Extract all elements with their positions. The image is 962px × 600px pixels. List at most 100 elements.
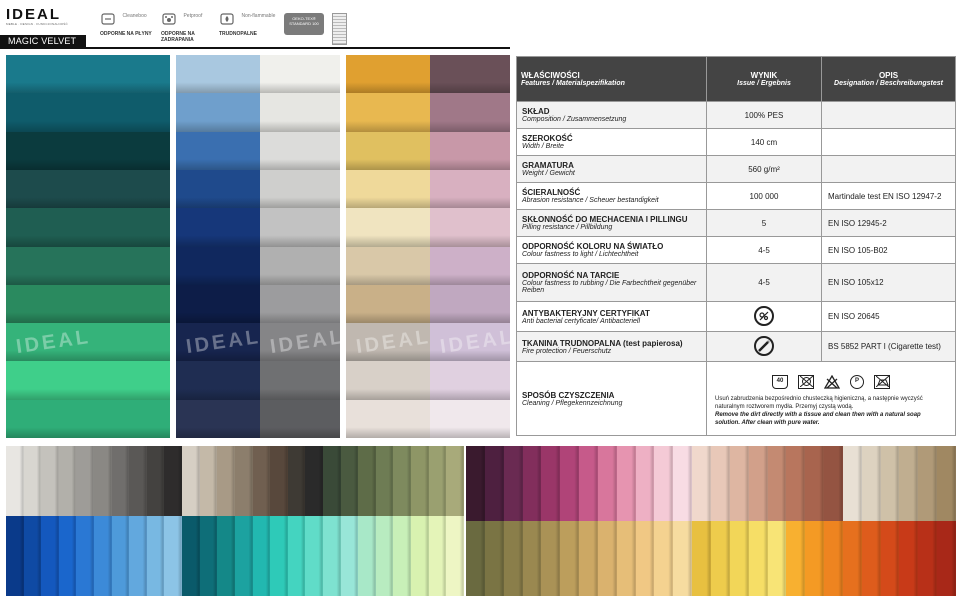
- color-swatch: [541, 446, 561, 521]
- color-swatch: [635, 521, 655, 596]
- fabric-photo-pink: IDEAL: [430, 55, 510, 438]
- reach-label: [332, 13, 347, 45]
- designation-cell: BS 5852 PART I (Cigarette test): [821, 331, 956, 362]
- result-cell: 140 cm: [706, 128, 822, 156]
- dry-clean-p-icon: P: [850, 374, 864, 389]
- fabric-band: [346, 284, 430, 325]
- color-swatch: [322, 516, 341, 596]
- header-result: WYNIK Issue / Ergebnis: [706, 56, 822, 102]
- color-swatch: [111, 446, 130, 516]
- color-swatch: [393, 446, 412, 516]
- fabric-band: [6, 399, 170, 438]
- color-swatch: [937, 521, 956, 596]
- color-swatch: [199, 516, 218, 596]
- swatch-row-pinks: [466, 446, 956, 521]
- feature-en: Composition / Zusammensetzung: [522, 116, 627, 123]
- fabric-band: [6, 246, 170, 286]
- color-swatch: [880, 521, 900, 596]
- feature-cell: ODPORNOŚĆ NA TARCIE Colour fastness to ru…: [516, 263, 707, 302]
- result-cell: 5: [706, 209, 822, 237]
- color-swatch: [252, 516, 271, 596]
- table-row: TKANINA TRUDNOPALNA (test papierosa) Fire…: [516, 331, 956, 362]
- color-swatch: [616, 446, 636, 521]
- fabric-band: [346, 208, 430, 248]
- color-swatch: [861, 521, 881, 596]
- feature-en: Abrasion resistance / Scheuer bestandigk…: [522, 197, 659, 204]
- color-swatch: [597, 446, 617, 521]
- fabric-band: [260, 208, 340, 248]
- color-swatch: [466, 521, 485, 596]
- cleaning-en: Cleaning / Pflegekennzeichnung: [522, 399, 623, 407]
- cleaning-pl: SPOSÓB CZYSZCZENIA: [522, 390, 615, 400]
- feature-pl: SZEROKOŚĆ: [522, 134, 573, 143]
- color-swatch: [673, 446, 693, 521]
- header-result-pl: WYNIK: [750, 71, 778, 80]
- color-swatch: [484, 446, 504, 521]
- color-swatch: [579, 446, 598, 521]
- badge-petproof-en: Petproof: [183, 13, 203, 19]
- color-swatch: [182, 516, 200, 596]
- color-swatch: [287, 516, 306, 596]
- spec-table: WŁAŚCIWOŚCI Features / Materialspezifika…: [516, 56, 956, 436]
- fabric-band: [6, 208, 170, 248]
- fabric-band: [176, 93, 260, 133]
- color-swatch: [560, 446, 580, 521]
- badge-petproof: Petproof ODPORNE NA ZADRAPANIA: [161, 11, 211, 43]
- fabric-band: [176, 284, 260, 325]
- color-swatch: [111, 516, 130, 596]
- feature-en: Width / Breite: [522, 143, 564, 150]
- logo-tagline: MEBLE · DESIGN · FUNKCJONALNOŚĆ: [6, 22, 68, 26]
- color-swatch: [305, 446, 323, 516]
- color-swatch: [446, 516, 464, 596]
- fabric-band: [430, 361, 510, 401]
- fabric-photo-blue: IDEAL: [176, 55, 260, 438]
- fabric-band: [6, 169, 170, 210]
- color-swatch: [164, 516, 183, 596]
- fabric-band: [430, 55, 510, 95]
- feature-cell: SKŁAD Composition / Zusammensetzung: [516, 101, 707, 129]
- fabric-band: [176, 131, 260, 171]
- result-cell: 100% PES: [706, 101, 822, 129]
- color-swatch: [918, 521, 938, 596]
- fabric-band: [346, 131, 430, 171]
- badge-flame: Non-flammable TRUDNOPALNE: [219, 11, 275, 37]
- color-swatch: [375, 516, 394, 596]
- color-swatch: [616, 521, 636, 596]
- fabric-band: [260, 284, 340, 325]
- logo-wordmark: IDEAL: [6, 6, 61, 23]
- color-swatch: [937, 446, 956, 521]
- designation-cell: [821, 155, 956, 183]
- table-row: ANTYBAKTERYJNY CERTYFIKAT Anti bacterial …: [516, 301, 956, 332]
- color-swatch: [358, 446, 376, 516]
- feature-cell: SKŁONNOŚĆ DO MECHACENIA I PILLINGU Pillin…: [516, 209, 707, 237]
- result-cell: 100 000: [706, 182, 822, 210]
- color-swatch: [58, 446, 77, 516]
- flame-icon: [219, 11, 235, 27]
- feature-pl: ANTYBAKTERYJNY CERTYFIKAT: [522, 308, 650, 318]
- fabric-photo-green-teal: IDEAL: [6, 55, 170, 438]
- swatch-row-neutrals: [6, 446, 464, 516]
- color-swatch: [270, 516, 288, 596]
- fabric-band: [430, 284, 510, 325]
- color-swatch: [579, 521, 598, 596]
- color-swatch: [129, 446, 147, 516]
- badge-cleaning-pl: ODPORNE NA PŁYNY: [100, 31, 152, 37]
- fabric-band: [430, 93, 510, 133]
- no-iron-icon: [874, 374, 890, 389]
- header-divider: [0, 47, 510, 49]
- color-swatch: [503, 521, 523, 596]
- color-swatch: [94, 446, 112, 516]
- feature-pl: ODPORNOŚĆ KOLORU NA ŚWIATŁO: [522, 242, 664, 251]
- fabric-band: [6, 93, 170, 133]
- header-features-pl: WŁAŚCIWOŚCI: [521, 71, 580, 80]
- fabric-band: [430, 208, 510, 248]
- fabric-band: [260, 246, 340, 286]
- fabric-band: [176, 55, 260, 95]
- cleaning-icon: [100, 11, 116, 27]
- color-swatch: [217, 516, 235, 596]
- fabric-band: [6, 131, 170, 171]
- table-row: GRAMATURA Weight / Gewicht 560 g/m²: [516, 155, 956, 183]
- color-swatch: [710, 521, 730, 596]
- feature-cell: GRAMATURA Weight / Gewicht: [516, 155, 707, 183]
- header-features-en: Features / Materialspezifikation: [521, 80, 625, 87]
